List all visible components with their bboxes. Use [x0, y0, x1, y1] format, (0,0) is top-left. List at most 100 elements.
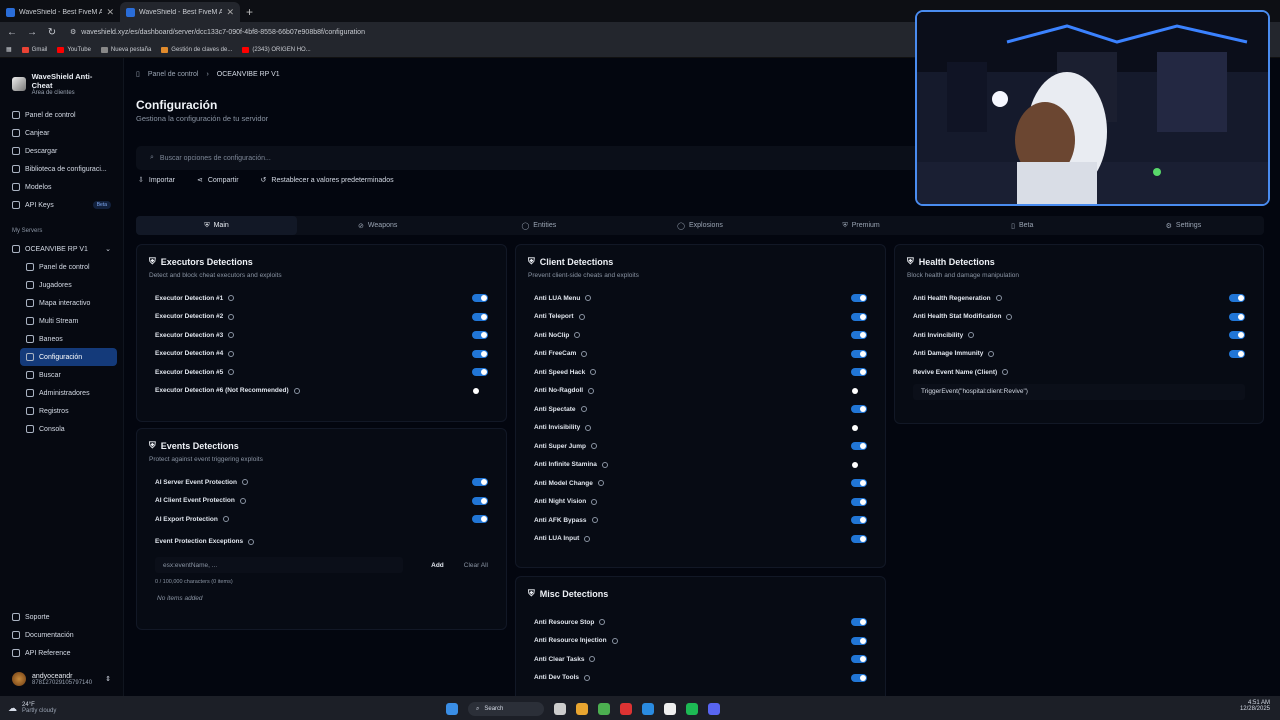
toggle-switch[interactable] [472, 368, 488, 377]
apps-icon[interactable]: ▦ [6, 46, 12, 53]
chrome-icon[interactable] [598, 703, 610, 715]
info-icon[interactable] [589, 656, 596, 663]
server-item-search[interactable]: Buscar [20, 366, 117, 384]
toggle-switch[interactable] [851, 405, 867, 414]
info-icon[interactable] [228, 332, 235, 339]
tab-premium[interactable]: ⛨ Premium [781, 216, 942, 235]
toggle-switch[interactable] [851, 312, 867, 321]
server-item-multistream[interactable]: Multi Stream [20, 312, 117, 330]
server-item-players[interactable]: Jugadores [20, 276, 117, 294]
server-selector[interactable]: OCEANVIBE RP V1 ⌄ [6, 240, 117, 258]
taskbar-search[interactable]: ⌕ Search [468, 702, 544, 716]
info-icon[interactable] [1006, 313, 1013, 320]
toggle-switch[interactable] [851, 424, 867, 432]
toggle-switch[interactable] [851, 442, 867, 451]
toggle-switch[interactable] [851, 461, 867, 469]
bookmark-gmail[interactable]: Gmail [21, 46, 47, 53]
bookmark-keys[interactable]: Gestión de claves de... [161, 46, 232, 53]
sidebar-item-dashboard[interactable]: Panel de control [6, 106, 117, 124]
bookmark-new-tab[interactable]: Nueva pestaña [100, 46, 151, 53]
toggle-switch[interactable] [851, 349, 867, 358]
browser-tab[interactable]: WaveShield - Best FiveM Antic✕ [0, 2, 120, 22]
sidebar-item-models[interactable]: Modelos [6, 178, 117, 196]
brand[interactable]: WaveShield Anti-Cheat Área de clientes [0, 58, 123, 106]
spotify-icon[interactable] [686, 703, 698, 715]
server-item-bans[interactable]: Baneos [20, 330, 117, 348]
info-icon[interactable] [591, 443, 598, 450]
toggle-switch[interactable] [851, 636, 867, 645]
tab-explosions[interactable]: ◯ Explosions [619, 216, 780, 235]
info-icon[interactable] [611, 637, 618, 644]
info-icon[interactable] [995, 295, 1002, 302]
clear-all-button[interactable]: Clear All [464, 562, 488, 569]
toggle-switch[interactable] [1229, 312, 1245, 321]
toggle-switch[interactable] [472, 331, 488, 340]
toggle-switch[interactable] [851, 534, 867, 543]
clock[interactable]: 4:51 AM 12/28/2025 [1240, 700, 1270, 712]
toggle-switch[interactable] [851, 387, 867, 395]
info-icon[interactable] [574, 332, 581, 339]
server-item-map[interactable]: Mapa interactivo [20, 294, 117, 312]
docs-link[interactable]: Documentación [6, 626, 117, 644]
info-icon[interactable] [293, 387, 300, 394]
tab-entities[interactable]: ◯ Entities [458, 216, 619, 235]
info-icon[interactable] [239, 497, 246, 504]
toggle-switch[interactable] [851, 497, 867, 506]
toggle-switch[interactable] [472, 478, 488, 487]
info-icon[interactable] [228, 295, 235, 302]
reload-icon[interactable]: ↻ [46, 27, 58, 38]
bookmark-origen[interactable]: (2343) ORIGEN HO... [242, 46, 311, 53]
sidebar-toggle-icon[interactable]: ▯ [136, 70, 140, 78]
toggle-switch[interactable] [851, 368, 867, 377]
info-icon[interactable] [601, 461, 608, 468]
info-icon[interactable] [591, 498, 598, 505]
info-icon[interactable] [578, 313, 585, 320]
sidebar-item-library[interactable]: Biblioteca de configuraci... [6, 160, 117, 178]
info-icon[interactable] [581, 350, 588, 357]
tab-weapons[interactable]: ⊘ Weapons [297, 216, 458, 235]
info-icon[interactable] [580, 406, 587, 413]
share-button[interactable]: ⋖ Compartir [195, 176, 241, 185]
toggle-switch[interactable] [851, 673, 867, 682]
info-icon[interactable] [599, 619, 606, 626]
sidebar-item-download[interactable]: Descargar [6, 142, 117, 160]
toggle-switch[interactable] [472, 387, 488, 395]
info-icon[interactable] [968, 332, 975, 339]
info-icon[interactable] [597, 480, 604, 487]
task-view-icon[interactable] [554, 703, 566, 715]
toggle-switch[interactable] [472, 349, 488, 358]
info-icon[interactable] [228, 313, 235, 320]
toggle-switch[interactable] [1229, 294, 1245, 303]
server-item-logs[interactable]: Registros [20, 402, 117, 420]
info-icon[interactable] [584, 674, 591, 681]
tab-settings[interactable]: ⚙ Settings [1103, 216, 1264, 235]
info-icon[interactable] [228, 350, 235, 357]
info-icon[interactable] [588, 387, 595, 394]
info-icon[interactable] [585, 295, 592, 302]
info-icon[interactable] [228, 369, 235, 376]
toggle-switch[interactable] [851, 655, 867, 664]
tab-beta[interactable]: ▯ Beta [942, 216, 1103, 235]
sidebar-item-redeem[interactable]: Canjear [6, 124, 117, 142]
toggle-switch[interactable] [851, 516, 867, 525]
close-tab-icon[interactable]: ✕ [226, 7, 234, 18]
api-reference-link[interactable]: API Reference [6, 644, 117, 662]
support-link[interactable]: Soporte [6, 608, 117, 626]
discord-icon[interactable] [708, 703, 720, 715]
info-icon[interactable] [584, 535, 591, 542]
forward-icon[interactable]: → [26, 27, 38, 38]
info-icon[interactable] [591, 517, 598, 524]
info-icon[interactable] [585, 424, 592, 431]
user-menu[interactable]: andyoceandr 878127029105797140 ⇕ [0, 662, 123, 696]
new-tab-icon[interactable]: + [240, 2, 259, 22]
import-button[interactable]: ⇩ Importar [136, 176, 177, 185]
site-info-icon[interactable]: ⚙ [70, 28, 76, 36]
add-button[interactable]: Add [431, 562, 444, 569]
toggle-switch[interactable] [851, 618, 867, 627]
toggle-switch[interactable] [472, 294, 488, 303]
edge-icon[interactable] [642, 703, 654, 715]
toggle-switch[interactable] [851, 331, 867, 340]
crumb-dashboard[interactable]: Panel de control [148, 71, 199, 78]
url-field[interactable]: ⚙ waveshield.xyz/es/dashboard/server/dcc1… [70, 28, 365, 37]
config-search-input[interactable]: ⌕ Buscar opciones de configuración... [136, 146, 926, 170]
